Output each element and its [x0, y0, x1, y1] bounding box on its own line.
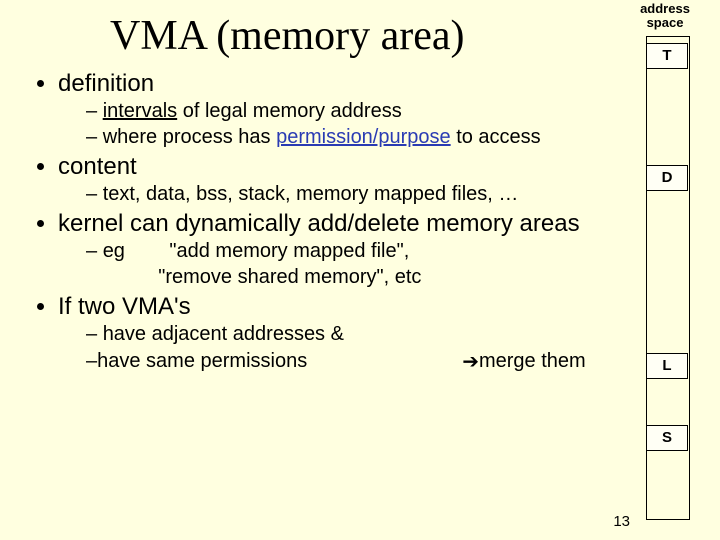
arrow-icon: ➔	[462, 349, 479, 374]
bullet-iftwo-text: If two VMA's	[58, 293, 191, 320]
bullet-content-text: content	[58, 153, 137, 180]
segment-stack: S	[646, 425, 688, 451]
def-sub-2-b: permission/purpose	[276, 126, 451, 148]
def-sub-2: where process has permission/purpose to …	[86, 126, 630, 149]
def-sub-1-emph: intervals	[103, 100, 177, 122]
bullet-definition-text: definition	[58, 70, 154, 97]
kernel-quote-2: "remove shared memory", etc	[158, 266, 421, 288]
content-sub-1: text, data, bss, stack, memory mapped fi…	[86, 183, 630, 206]
bullet-iftwo: If two VMA's have adjacent addresses & h…	[58, 293, 630, 374]
bullet-kernel-text: kernel can dynamically add/delete memory…	[58, 210, 580, 237]
bullet-content: content text, data, bss, stack, memory m…	[58, 153, 630, 206]
segment-lib: L	[646, 353, 688, 379]
def-sub-1: intervals of legal memory address	[86, 100, 630, 123]
slide-body: definition intervals of legal memory add…	[0, 64, 720, 374]
def-sub-1-rest: of legal memory address	[177, 100, 402, 122]
bullet-definition: definition intervals of legal memory add…	[58, 70, 630, 149]
segment-text: T	[646, 43, 688, 69]
slide-title: VMA (memory area)	[0, 0, 720, 64]
iftwo-sub-2: have same permissions ➔ merge them	[86, 349, 630, 374]
address-space-label: address space	[628, 2, 702, 29]
kernel-quote-1: "add memory mapped file",	[169, 240, 409, 262]
iftwo-sub-2-text: have same permissions	[97, 350, 307, 373]
segment-data: D	[646, 165, 688, 191]
merge-text: merge them	[479, 350, 586, 373]
page-number: 13	[613, 513, 630, 530]
def-sub-2-c: to access	[451, 126, 541, 148]
kernel-sub-eg: eg "add memory mapped file",	[86, 240, 630, 263]
iftwo-sub-1: have adjacent addresses &	[86, 323, 630, 346]
kernel-eg-label: eg	[103, 240, 125, 262]
address-space-diagram: T D L S	[646, 36, 690, 520]
bullet-kernel: kernel can dynamically add/delete memory…	[58, 210, 630, 289]
def-sub-2-a: where process has	[103, 126, 276, 148]
kernel-quote-2-row: "remove shared memory", etc	[86, 266, 630, 289]
